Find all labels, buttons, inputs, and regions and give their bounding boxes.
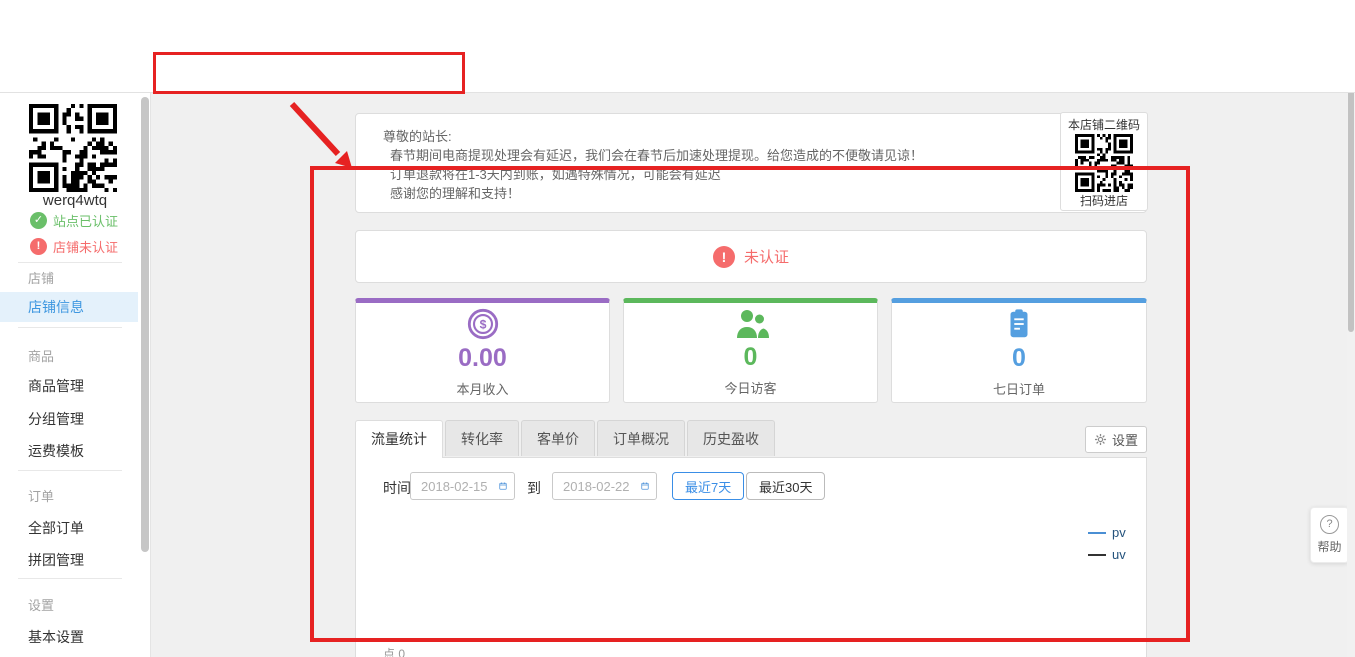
help-float-label: 帮助 (1317, 538, 1341, 555)
date-to-input[interactable] (563, 479, 635, 494)
sidebar-border (150, 92, 151, 657)
stat-card-week-orders: 0 七日订单 (891, 298, 1147, 403)
gear-icon (1094, 433, 1107, 446)
week-orders-value: 0 (1012, 344, 1026, 373)
sidebar-section-shop: 店铺 (28, 268, 54, 287)
time-filter-label: 时间 (383, 478, 411, 498)
date-to-field[interactable] (552, 472, 657, 500)
date-from-input[interactable] (421, 479, 493, 494)
top-header (0, 0, 1355, 58)
annotation-arrow (280, 96, 366, 176)
date-from-field[interactable] (410, 472, 515, 500)
sidebar-item-shipping-template[interactable]: 运费模板 (28, 441, 84, 461)
unverified-banner: ! 未认证 (355, 230, 1147, 283)
tab-order-overview[interactable]: 订单概况 (597, 420, 685, 456)
last-7-days-button[interactable]: 最近7天 (672, 472, 744, 500)
notice-line-3: 订单退款将在1-3天内到账，如遇特殊情况，可能会有延迟 (383, 165, 1126, 184)
sidebar-item-shop-info[interactable]: 店铺信息 (0, 292, 138, 322)
shop-id-caption: werq4wtq (0, 192, 150, 209)
exclamation-circle-icon: ! (30, 238, 47, 255)
today-visitors-label: 今日访客 (724, 378, 776, 397)
announcement-card: 尊敬的站长: 春节期间电商提现处理会有延迟，我们会在春节后加速处理提现。给您造成… (355, 113, 1147, 213)
check-circle-icon: ✓ (30, 212, 47, 229)
sidebar-item-goods-mgmt[interactable]: 商品管理 (28, 376, 84, 396)
tab-avg-order-value[interactable]: 客单价 (521, 420, 595, 456)
shop-qr-title: 本店铺二维码 (1061, 116, 1147, 133)
calendar-icon (499, 479, 507, 493)
monthly-income-value: 0.00 (458, 344, 507, 373)
chart-legend: pv uv (1088, 525, 1126, 562)
monthly-income-label: 本月收入 (456, 379, 508, 398)
analytics-tabs: 流量统计 转化率 客单价 订单概况 历史盈收 (355, 420, 775, 458)
shop-unverified-status: ! 店铺未认证 (30, 237, 118, 256)
shop-qr-panel: 本店铺二维码 扫码进店 (1060, 112, 1148, 211)
sidebar-section-orders: 订单 (28, 486, 54, 505)
site-verified-status: ✓ 站点已认证 (30, 211, 118, 230)
notice-line-1: 尊敬的站长: (383, 127, 1126, 146)
tab-conversion-rate[interactable]: 转化率 (445, 420, 519, 456)
shop-entry-qr-code (1075, 134, 1133, 192)
legend-pv[interactable]: pv (1088, 525, 1126, 540)
help-float-button[interactable]: ? 帮助 (1310, 507, 1349, 563)
shop-qr-code (29, 104, 117, 192)
shop-unverified-label: 店铺未认证 (53, 237, 118, 256)
orders-clipboard-icon (1002, 307, 1036, 341)
question-circle-icon: ? (1320, 515, 1339, 534)
today-visitors-value: 0 (744, 343, 758, 372)
week-orders-label: 七日订单 (993, 379, 1045, 398)
calendar-icon (641, 479, 649, 493)
date-to-label: 到 (527, 478, 541, 498)
sidebar-divider (18, 327, 122, 328)
notice-line-4: 感谢您的理解和支持！ (383, 184, 1126, 203)
tab-traffic-stats[interactable]: 流量统计 (355, 420, 443, 458)
tab-history-revenue[interactable]: 历史盈收 (687, 420, 775, 456)
chart-settings-label: 设置 (1112, 430, 1138, 449)
coin-dollar-icon: $ (466, 307, 500, 341)
shop-subnav (0, 57, 1355, 93)
last-30-days-button[interactable]: 最近30天 (746, 472, 825, 500)
pv-line-swatch (1088, 532, 1106, 534)
sidebar-section-goods: 商品 (28, 346, 54, 365)
chart-settings-button[interactable]: 设置 (1085, 426, 1147, 453)
exclamation-circle-icon: ! (713, 246, 735, 268)
notice-line-2: 春节期间电商提现处理会有延迟，我们会在春节后加速处理提现。给您造成的不便敬请见谅… (383, 146, 1126, 165)
app-window: K 快站 建站 > 电商管理 > 升级套餐 站点列表 云商店 快站大学 ? 3 … (0, 0, 1355, 657)
svg-text:$: $ (479, 318, 486, 332)
shop-qr-caption: 扫码进店 (1061, 192, 1147, 209)
chart-axis-partial-text: 点 0 (383, 645, 405, 657)
sidebar-item-all-orders[interactable]: 全部订单 (28, 518, 84, 538)
legend-uv[interactable]: uv (1088, 547, 1126, 562)
sidebar-item-basic-settings[interactable]: 基本设置 (28, 627, 84, 647)
sidebar-item-groupbuy-mgmt[interactable]: 拼团管理 (28, 550, 84, 570)
sidebar-item-group-mgmt[interactable]: 分组管理 (28, 409, 84, 429)
stat-card-today-visitors: 0 今日访客 (623, 298, 878, 403)
uv-label: uv (1112, 547, 1126, 562)
sidebar-divider (18, 578, 122, 579)
stat-card-monthly-income: $ 0.00 本月收入 (355, 298, 610, 403)
unverified-label: 未认证 (744, 246, 789, 267)
visitors-people-icon (733, 308, 769, 340)
sidebar-section-settings: 设置 (28, 595, 54, 614)
uv-line-swatch (1088, 554, 1106, 556)
sidebar-divider (18, 470, 122, 471)
pv-label: pv (1112, 525, 1126, 540)
site-verified-label: 站点已认证 (53, 211, 118, 230)
sidebar-divider (18, 262, 122, 263)
sidebar-scrollbar[interactable] (141, 97, 149, 552)
